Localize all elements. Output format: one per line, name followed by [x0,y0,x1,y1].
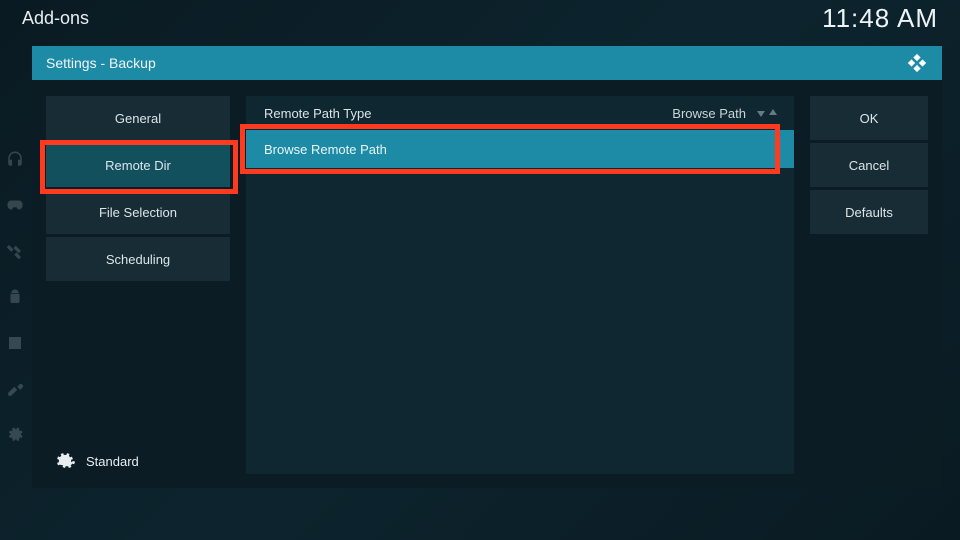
tools-icon [6,380,24,398]
settings-dialog: Settings - Backup General Remote Dir Fil… [32,46,942,488]
headphones-icon [6,150,24,168]
category-scheduling[interactable]: Scheduling [46,237,230,281]
section-title: Add-ons [22,8,89,29]
kodi-logo-icon [906,52,928,74]
gears-icon [6,426,24,444]
dialog-body: General Remote Dir File Selection Schedu… [32,80,942,488]
ok-button[interactable]: OK [810,96,928,140]
category-column: General Remote Dir File Selection Schedu… [46,96,230,474]
android-icon [6,288,24,306]
category-general[interactable]: General [46,96,230,140]
dialog-title: Settings - Backup [46,55,156,71]
category-remote-dir[interactable]: Remote Dir [46,143,230,187]
settings-level[interactable]: Standard [46,444,230,474]
picture-icon [6,334,24,352]
setting-browse-remote-path[interactable]: Browse Remote Path [246,130,794,168]
satellite-icon [6,242,24,260]
cancel-button[interactable]: Cancel [810,143,928,187]
defaults-button[interactable]: Defaults [810,190,928,234]
dialog-button-column: OK Cancel Defaults [810,96,928,474]
settings-level-label: Standard [86,454,139,469]
category-file-selection[interactable]: File Selection [46,190,230,234]
home-side-icons [0,150,30,444]
gamepad-icon [6,196,24,214]
setting-label: Remote Path Type [264,106,371,121]
setting-value: Browse Path [672,106,778,121]
settings-panel: Remote Path Type Browse Path Browse Remo… [246,96,794,474]
gear-icon [54,450,76,472]
spinner-arrows-icon [756,108,778,118]
dialog-header: Settings - Backup [32,46,942,80]
top-bar: Add-ons 11:48 AM [0,0,960,36]
setting-remote-path-type[interactable]: Remote Path Type Browse Path [246,96,794,130]
setting-label: Browse Remote Path [264,142,387,157]
clock: 11:48 AM [822,3,938,34]
